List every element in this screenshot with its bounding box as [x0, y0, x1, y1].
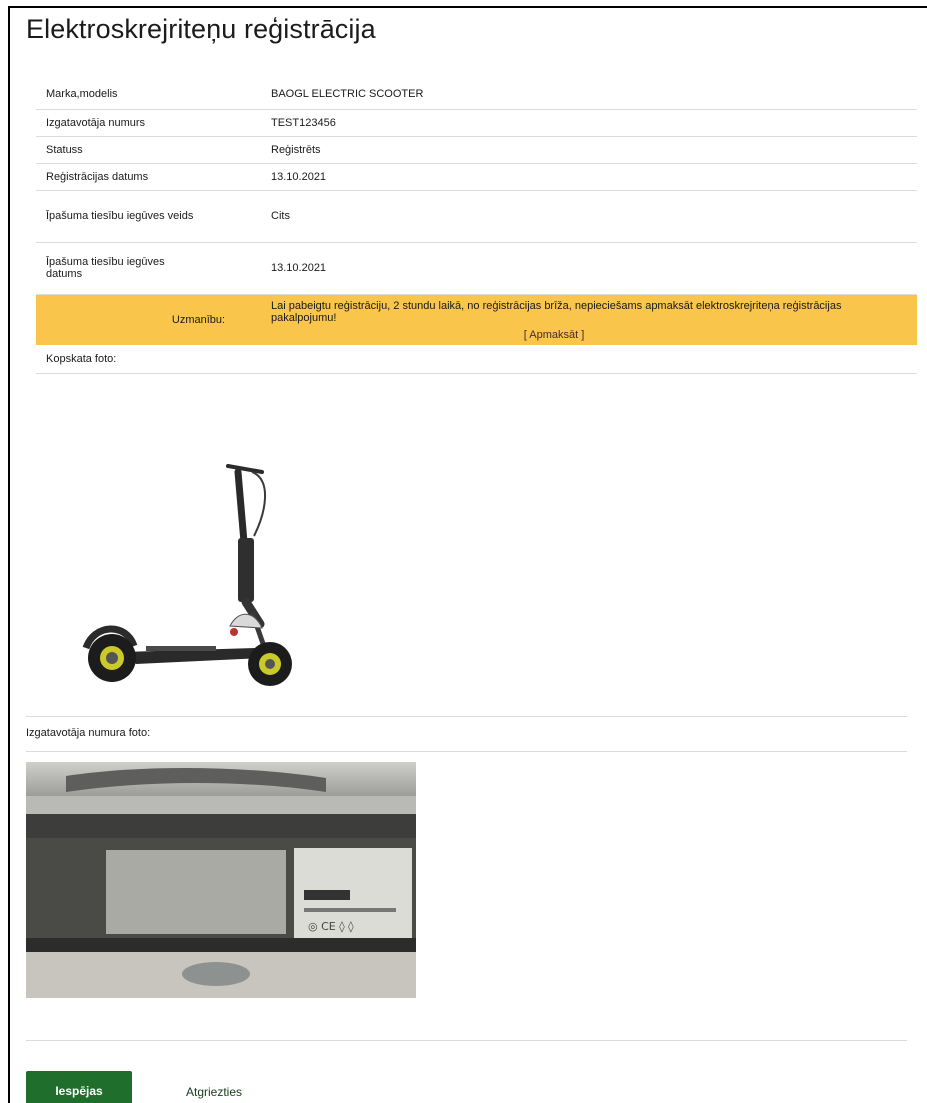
row-label: Marka,modelis [36, 80, 271, 110]
serial-photo-label: Izgatavotāja numura foto: [26, 727, 151, 739]
divider [26, 1040, 907, 1041]
row-value: Cits [271, 190, 917, 243]
row-label: Īpašuma tiesību iegūves datums [36, 242, 271, 295]
overview-photo [76, 452, 372, 696]
page-title: Elektroskrejriteņu reģistrācija [26, 14, 376, 44]
table-row: Īpašuma tiesību iegūves veids Cits [36, 190, 917, 243]
back-link[interactable]: Atgriezties [186, 1085, 242, 1099]
options-button[interactable]: Iespējas [26, 1071, 132, 1103]
details-table: Marka,modelis BAOGL ELECTRIC SCOOTER Izg… [36, 80, 917, 374]
warning-cell: Lai pabeigtu reģistrāciju, 2 stundu laik… [271, 294, 917, 345]
row-value: BAOGL ELECTRIC SCOOTER [271, 80, 917, 110]
overview-photo-label: Kopskata foto: [36, 345, 917, 374]
warning-label: Uzmanību: [36, 294, 271, 345]
table-row: Reģistrācijas datums 13.10.2021 [36, 163, 917, 191]
table-row: Izgatavotāja numurs TEST123456 [36, 109, 917, 137]
table-row: Marka,modelis BAOGL ELECTRIC SCOOTER [36, 80, 917, 110]
warning-row: Uzmanību: Lai pabeigtu reģistrāciju, 2 s… [36, 294, 917, 345]
row-label: Izgatavotāja numurs [36, 109, 271, 137]
row-label: Statuss [36, 136, 271, 164]
row-value: 13.10.2021 [271, 242, 917, 295]
row-value: TEST123456 [271, 109, 917, 137]
warning-message: Lai pabeigtu reģistrāciju, 2 stundu laik… [271, 300, 842, 325]
row-value: 13.10.2021 [271, 163, 917, 191]
pay-link[interactable]: [ Apmaksāt ] [271, 329, 917, 341]
table-row: Kopskata foto: [36, 345, 917, 374]
serial-number-photo: ◎ CE ◊ ◊ [26, 762, 416, 998]
divider [26, 751, 907, 752]
row-value: Reģistrēts [271, 136, 917, 164]
row-label-text: Īpašuma tiesību iegūves veids [46, 210, 194, 222]
table-row: Īpašuma tiesību iegūves datums 13.10.202… [36, 242, 917, 295]
table-row: Statuss Reģistrēts [36, 136, 917, 164]
row-label: Reģistrācijas datums [36, 163, 271, 191]
divider [26, 716, 907, 717]
row-label-text: Īpašuma tiesību iegūves datums [46, 256, 165, 280]
row-label: Īpašuma tiesību iegūves veids [36, 190, 271, 243]
svg-text:◎ CE ◊ ◊: ◎ CE ◊ ◊ [308, 920, 354, 933]
